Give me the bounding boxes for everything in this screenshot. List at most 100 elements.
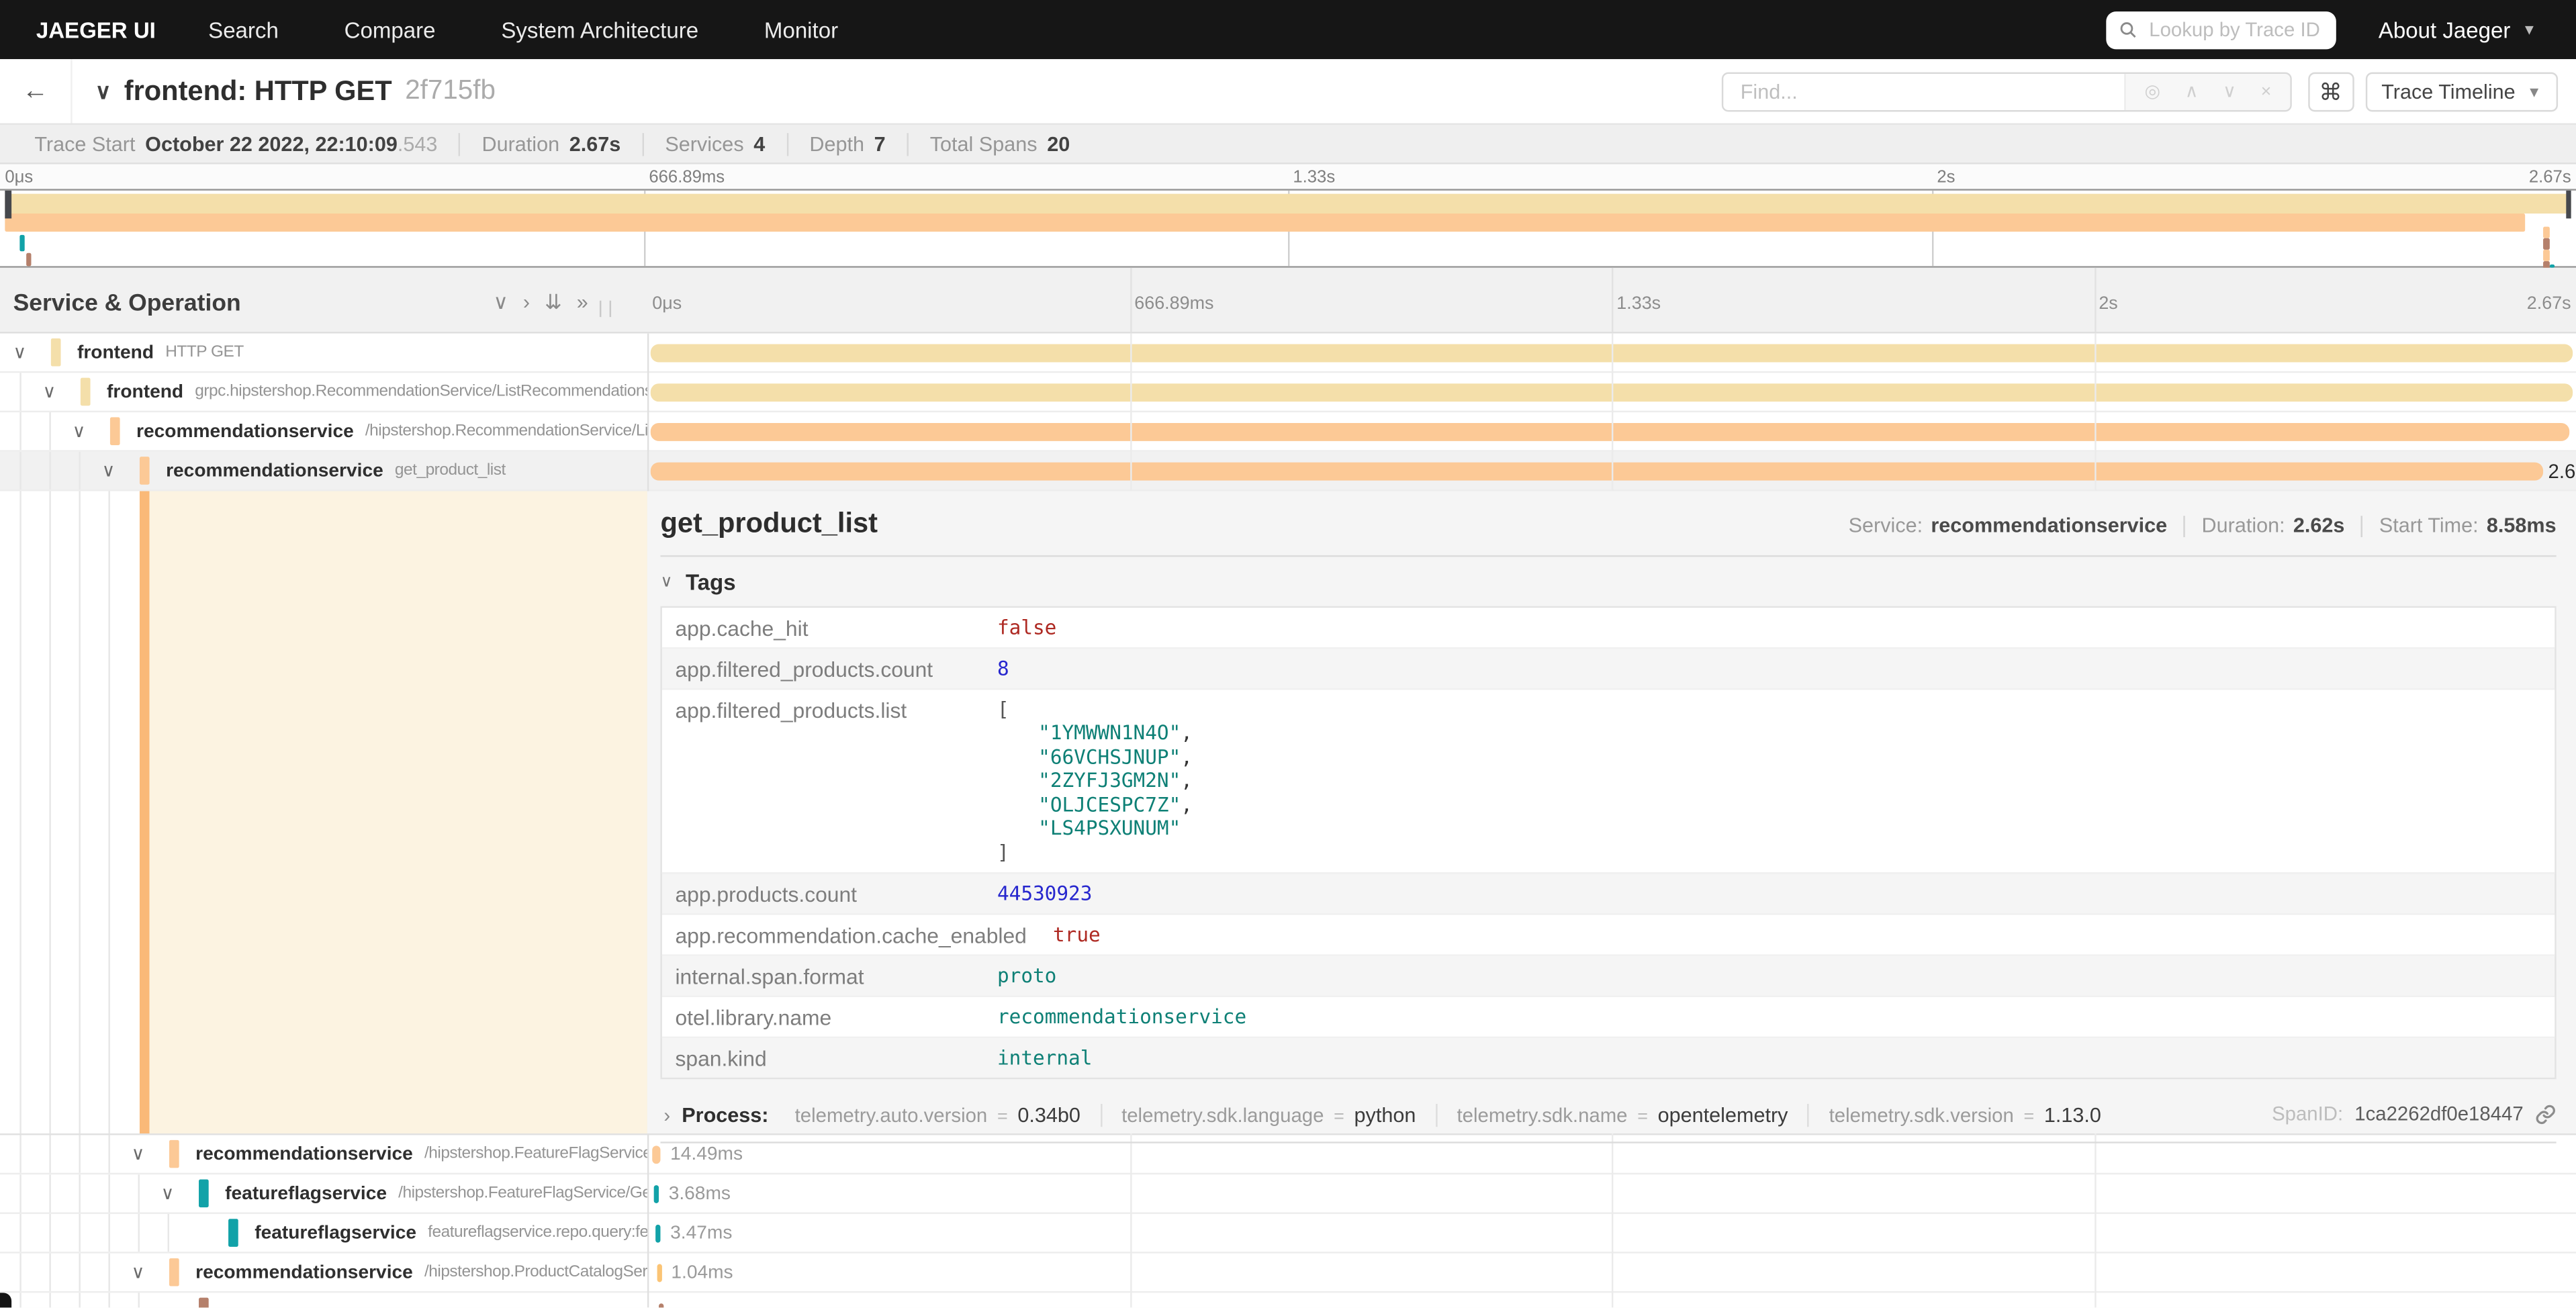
span-name-cell[interactable]: ∨ recommendationservice /hipstershop.Pro… — [0, 1254, 647, 1291]
collapse-trace-icon[interactable]: ∨ — [95, 78, 111, 104]
operation-name: /hipstershop.FeatureFlagService/Ge... — [398, 1184, 647, 1203]
span-name-cell[interactable]: ∨ recommendationservice get_product_list — [0, 452, 647, 489]
tag-row[interactable]: app.recommendation.cache_enabled true — [662, 915, 2555, 956]
summary-item: Total Spans 20 — [907, 132, 1091, 155]
span-name-cell[interactable]: ∨ featureflagservice /hipstershop.Featur… — [0, 1174, 647, 1212]
find-controls: ◎ ∧ ∨ × — [2125, 73, 2289, 109]
tag-row[interactable]: app.filtered_products.count 8 — [662, 649, 2555, 690]
expand-one-icon[interactable]: › — [523, 291, 530, 316]
tag-row[interactable]: span.kind internal — [662, 1039, 2555, 1078]
collapse-all-icon[interactable]: ⇊ — [545, 291, 562, 316]
service-color-bar — [199, 1180, 209, 1208]
nav-item-monitor[interactable]: Monitor — [741, 17, 862, 42]
timeline-minimap[interactable] — [0, 189, 2576, 267]
span-rows-area: ∨ frontend HTTP GET ∨ frontend grpc.hips… — [0, 334, 2576, 1308]
tick-label: 1.33s — [1293, 168, 1335, 187]
span-toggle-icon[interactable]: ∨ — [122, 1143, 154, 1165]
trace-header: ← ∨ frontend: HTTP GET 2f715fb ◎∧∨× ⌘ Tr… — [0, 59, 2576, 125]
summary-item: Trace Start October 22 2022, 22:10:09.54… — [13, 132, 459, 155]
service-color-bar — [199, 1298, 209, 1308]
span-row[interactable]: ∨ frontend grpc.hipstershop.Recommendati… — [0, 373, 2576, 412]
tag-row[interactable]: app.products.count 44530923 — [662, 874, 2555, 915]
clear-find-icon[interactable]: × — [2261, 81, 2272, 101]
tags-section-toggle[interactable]: ∨ Tags — [660, 570, 2556, 595]
span-toggle-icon[interactable]: ∨ — [33, 381, 66, 403]
span-detail-header: get_product_list Service:recommendations… — [660, 491, 2556, 557]
tag-row[interactable]: app.filtered_products.list ["1YMWWN1N4O"… — [662, 690, 2555, 874]
tag-key: app.products.count — [662, 874, 984, 914]
span-row[interactable]: ∨ featureflagservice /hipstershop.Featur… — [0, 1174, 2576, 1214]
span-row[interactable]: featureflagservice featureflagservice.re… — [0, 1214, 2576, 1254]
match-target-icon[interactable]: ◎ — [2145, 81, 2161, 102]
span-row[interactable]: ∨ recommendationservice /hipstershop.Rec… — [0, 412, 2576, 452]
span-name-cell[interactable]: featureflagservice featureflagservice.re… — [0, 1214, 647, 1252]
span-toggle-icon[interactable]: ∨ — [3, 342, 36, 363]
span-name-cell[interactable]: ∨ frontend HTTP GET — [0, 334, 647, 371]
tag-value: false — [984, 608, 1070, 647]
span-accent-fill — [150, 491, 647, 1133]
process-kv: telemetry.auto.version = 0.34b0 — [775, 1104, 1100, 1127]
minimap-canvas[interactable] — [0, 191, 2576, 267]
span-duration-bar[interactable] — [651, 422, 2571, 440]
service-name: recommendationservice — [136, 422, 354, 441]
tag-row[interactable]: otel.library.name recommendationservice — [662, 997, 2555, 1038]
tag-value: 8 — [984, 649, 1022, 688]
span-duration-bar[interactable] — [652, 1145, 660, 1163]
span-toggle-icon[interactable]: ∨ — [92, 460, 125, 481]
span-row[interactable]: ∨ recommendationservice /hipstershop.Pro… — [0, 1254, 2576, 1293]
trace-lookup-box[interactable] — [2106, 11, 2336, 48]
span-name-cell[interactable]: ∨ frontend grpc.hipstershop.Recommendati… — [0, 373, 647, 410]
service-name: recommendationservice — [195, 1144, 413, 1164]
expand-all-icon[interactable]: » — [577, 291, 588, 316]
collapse-one-icon[interactable]: ∨ — [494, 291, 508, 316]
back-button[interactable]: ← — [0, 59, 73, 123]
span-toggle-icon[interactable]: ∨ — [151, 1182, 184, 1204]
trace-id: 2f715fb — [405, 76, 496, 107]
span-name-cell[interactable] — [0, 1293, 647, 1308]
minimap-left-scrubber[interactable] — [5, 191, 11, 219]
span-row[interactable] — [0, 1293, 2576, 1308]
service-color-bar — [228, 1219, 238, 1247]
app-logo[interactable]: JAEGER UI — [36, 17, 156, 42]
tick-label: 666.89ms — [1134, 294, 1213, 314]
nav-item-system-architecture[interactable]: System Architecture — [478, 17, 721, 42]
tag-key: app.filtered_products.list — [662, 690, 984, 730]
nav-item-search[interactable]: Search — [185, 17, 302, 42]
span-duration-bar[interactable] — [657, 1263, 661, 1281]
span-detail-panel: get_product_list Service:recommendations… — [647, 491, 2576, 1133]
span-row[interactable]: ∨ recommendationservice get_product_list… — [0, 452, 2576, 492]
trace-view-selector[interactable]: Trace Timeline ▼ — [2365, 71, 2558, 111]
tag-value: proto — [984, 956, 1070, 995]
corner-overlay — [0, 1293, 11, 1308]
tick-label: 2.67s — [2527, 294, 2571, 314]
find-input[interactable] — [1724, 73, 2125, 109]
span-row[interactable]: ∨ frontend HTTP GET — [0, 334, 2576, 373]
minimap-right-scrubber[interactable] — [2565, 191, 2571, 219]
span-duration-bar[interactable] — [651, 461, 2544, 479]
tag-key: internal.span.format — [662, 956, 984, 996]
tag-row[interactable]: app.cache_hit false — [662, 608, 2555, 649]
copy-link-icon[interactable] — [2535, 1103, 2557, 1125]
prev-match-icon[interactable]: ∧ — [2185, 81, 2199, 102]
span-toggle-icon[interactable]: ∨ — [62, 420, 95, 442]
summary-item: Depth 7 — [786, 132, 907, 155]
about-jaeger-menu[interactable]: About Jaeger ▼ — [2379, 17, 2536, 42]
span-duration-bar[interactable] — [655, 1224, 660, 1242]
nav-item-compare[interactable]: Compare — [321, 17, 458, 42]
tag-row[interactable]: internal.span.format proto — [662, 956, 2555, 997]
trace-lookup-input[interactable] — [2146, 16, 2322, 42]
column-resize-handle[interactable] — [600, 301, 611, 317]
next-match-icon[interactable]: ∨ — [2223, 81, 2236, 102]
search-icon — [2119, 19, 2135, 39]
span-name-cell[interactable]: ∨ recommendationservice /hipstershop.Rec… — [0, 412, 647, 450]
keyboard-shortcuts-button[interactable]: ⌘ — [2307, 71, 2354, 111]
service-name: recommendationservice — [195, 1262, 413, 1282]
process-key: telemetry.sdk.name — [1457, 1104, 1628, 1127]
span-duration-bar[interactable] — [659, 1303, 663, 1308]
process-key: telemetry.sdk.language — [1121, 1104, 1324, 1127]
span-duration-label: 14.49ms — [670, 1144, 743, 1164]
span-toggle-icon[interactable]: ∨ — [122, 1262, 154, 1283]
span-duration-bar[interactable] — [654, 1184, 659, 1203]
timeline-ticks: 0μs666.89ms1.33s2s2.67s — [647, 268, 2576, 332]
span-name-cell[interactable]: ∨ recommendationservice /hipstershop.Fea… — [0, 1135, 647, 1172]
